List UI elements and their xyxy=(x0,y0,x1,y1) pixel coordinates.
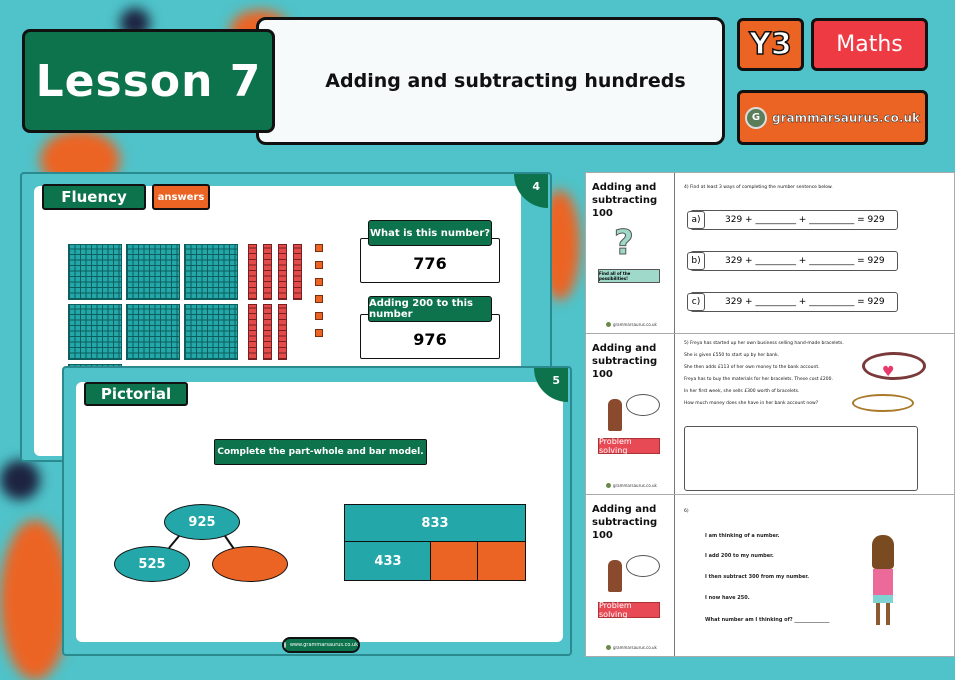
worksheet-sidebar: Adding and subtracting 100 Problem solvi… xyxy=(586,334,675,494)
thinking-child-icon xyxy=(608,399,622,431)
part-whole-part: 525 xyxy=(114,546,190,582)
one-cube xyxy=(315,329,323,337)
ten-rod xyxy=(293,244,302,300)
question-mark-icon: ? xyxy=(614,223,635,264)
possibilities-badge: Find all of the possibilities! xyxy=(598,269,660,283)
question-line: How much money does she have in her bank… xyxy=(684,401,819,406)
worksheet-brand: grammarsaurus.co.uk xyxy=(606,483,657,488)
question-number: 6) xyxy=(684,509,689,514)
riddle-line: I then subtract 300 from my number. xyxy=(705,574,810,580)
worksheet-brand: grammarsaurus.co.uk xyxy=(606,645,657,650)
worksheet-brand: grammarsaurus.co.uk xyxy=(606,322,657,327)
lesson-title-box: Adding and subtracting hundreds xyxy=(256,17,725,145)
grammarsaurus-logo-icon xyxy=(606,322,611,327)
worksheet-page: Adding and subtracting 100 Problem solvi… xyxy=(585,333,955,495)
hundred-block xyxy=(68,304,122,360)
number-sentence[interactable]: a) 329 + _________ + __________ = 929 xyxy=(687,210,898,230)
brand-url: grammarsaurus.co.uk xyxy=(771,110,920,125)
lesson-number-badge: Lesson 7 xyxy=(22,29,275,133)
grammarsaurus-logo-icon: G xyxy=(744,106,767,129)
question-card-label: What is this number? xyxy=(368,220,492,246)
part-whole-whole: 925 xyxy=(164,504,240,540)
grammarsaurus-logo-icon xyxy=(606,645,611,650)
year-badge: Y3 xyxy=(737,18,804,71)
bar-model-missing-part[interactable] xyxy=(430,541,479,581)
problem-solving-badge: Problem solving xyxy=(598,601,660,619)
question-card: What is this number? 776 xyxy=(360,220,500,283)
ten-rod xyxy=(248,244,257,300)
hundred-block xyxy=(184,244,238,300)
item-label: b) xyxy=(687,252,705,270)
one-cube xyxy=(315,261,323,269)
hundred-block xyxy=(184,304,238,360)
hundred-block xyxy=(68,244,122,300)
girl-character-icon xyxy=(869,535,897,631)
question-line: She is given £550 to start up by her ban… xyxy=(684,353,779,358)
number-sentence[interactable]: c) 329 + _________ + __________ = 929 xyxy=(687,292,898,312)
year-label: Y3 xyxy=(748,26,792,63)
thinking-child-icon xyxy=(608,560,622,592)
question-card: Adding 200 to this number 976 xyxy=(360,296,500,359)
subject-badge: Maths xyxy=(811,18,928,71)
one-cube xyxy=(315,244,323,252)
riddle-answer-line[interactable]: What number am I thinking of? __________… xyxy=(705,617,829,623)
answer-box[interactable] xyxy=(684,426,918,491)
ten-rod xyxy=(278,244,287,300)
bar-model-part: 433 xyxy=(344,541,432,581)
problem-solving-badge: Problem solving xyxy=(598,437,660,455)
section-tag-fluency: Fluency xyxy=(42,184,146,210)
lesson-label: Lesson 7 xyxy=(35,55,262,107)
number-sentence[interactable]: b) 329 + _________ + __________ = 929 xyxy=(687,251,898,271)
grammarsaurus-logo-icon xyxy=(284,642,286,648)
item-label: c) xyxy=(687,293,705,311)
riddle-line: I am thinking of a number. xyxy=(705,533,780,539)
one-cube xyxy=(315,295,323,303)
slide-footer-brand[interactable]: www.grammarsaurus.co.uk xyxy=(282,637,360,653)
answers-button[interactable]: answers xyxy=(152,184,210,210)
background-shape xyxy=(0,460,40,500)
worksheet-title: Adding and subtracting 100 xyxy=(592,504,658,541)
ten-rod xyxy=(263,244,272,300)
question-line: 5) Freya has started up her own business… xyxy=(684,341,844,346)
worksheet-sidebar: Adding and subtracting 100 ? Find all of… xyxy=(586,173,675,333)
hundred-block xyxy=(126,244,180,300)
question-card-label: Adding 200 to this number xyxy=(368,296,492,322)
thought-bubble-icon xyxy=(626,555,660,577)
bar-model-missing-part[interactable] xyxy=(477,541,526,581)
item-label: a) xyxy=(687,211,705,229)
one-cube xyxy=(315,278,323,286)
question-line: In her first week, she sells £300 worth … xyxy=(684,389,800,394)
worksheet-sidebar: Adding and subtracting 100 Problem solvi… xyxy=(586,495,675,656)
worksheet-title: Adding and subtracting 100 xyxy=(592,343,658,380)
bracelet-flowers-icon xyxy=(852,394,914,412)
lesson-title: Adding and subtracting hundreds xyxy=(325,70,686,92)
bar-model-total: 833 xyxy=(344,504,526,543)
ten-rod xyxy=(263,304,272,360)
slide-pictorial[interactable]: Pictorial 5 Complete the part-whole and … xyxy=(62,366,572,656)
ten-rod xyxy=(248,304,257,360)
ten-rod xyxy=(278,304,287,360)
question-line: She then adds £113 of her own money to t… xyxy=(684,365,820,370)
background-shape xyxy=(0,520,70,680)
brand-badge[interactable]: G grammarsaurus.co.uk xyxy=(737,90,928,145)
hundred-block xyxy=(126,304,180,360)
part-whole-missing-part[interactable] xyxy=(212,546,288,582)
question-text: 4) Find at least 3 ways of completing th… xyxy=(684,185,833,190)
riddle-line: I add 200 to my number. xyxy=(705,553,774,559)
grammarsaurus-logo-icon xyxy=(606,483,611,488)
one-cube xyxy=(315,312,323,320)
worksheet-title: Adding and subtracting 100 xyxy=(592,182,658,219)
riddle-line: I now have 250. xyxy=(705,595,750,601)
subject-label: Maths xyxy=(836,32,903,57)
question-line: Freya has to buy the materials for her b… xyxy=(684,377,833,382)
thought-bubble-icon xyxy=(626,394,660,416)
heart-icon: ♥ xyxy=(882,364,895,380)
